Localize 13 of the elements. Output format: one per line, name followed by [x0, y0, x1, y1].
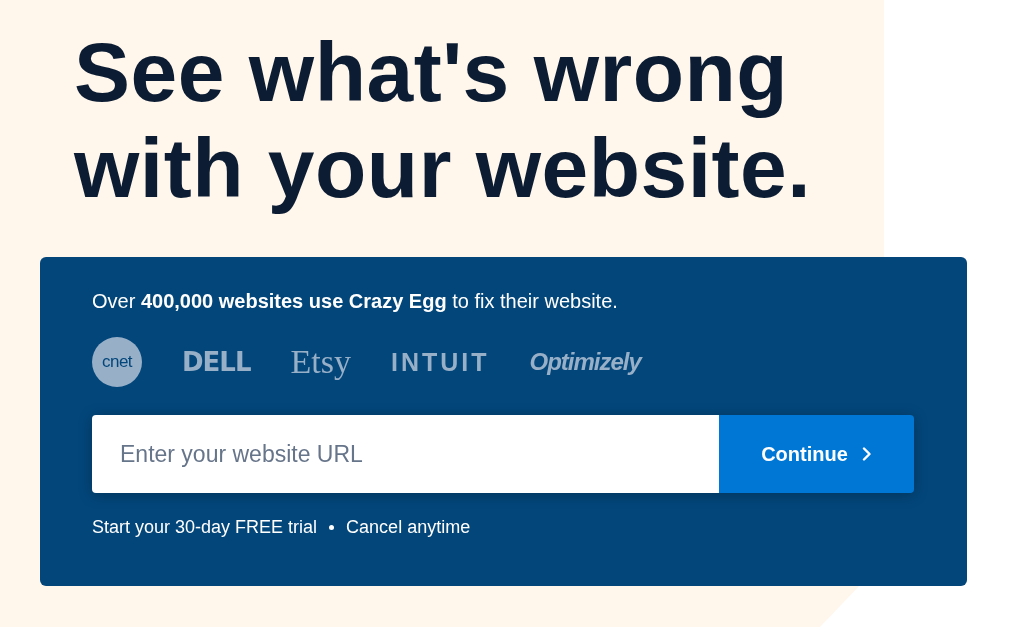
brand-logo: DELL [182, 347, 251, 377]
brand-logo: INTUIT [390, 347, 490, 377]
note-text: Start your 30-day FREE trial [92, 517, 318, 538]
url-field[interactable]: Enter your website URL [92, 415, 719, 493]
headline: See what's wrong with your website. [73, 24, 813, 216]
chevron-icon [861, 447, 872, 461]
brand-logo: Optimizely [529, 348, 641, 376]
brand-logo: cnet [92, 337, 142, 387]
continue-button[interactable]: Continue [719, 415, 914, 493]
intro-text: Over 400,000 websites use Crazy Egg to fix their website. [92, 289, 619, 314]
brand-logo: Etsy [290, 343, 351, 381]
note-text: Cancel anytime [346, 517, 471, 538]
bullet-icon [329, 525, 335, 530]
